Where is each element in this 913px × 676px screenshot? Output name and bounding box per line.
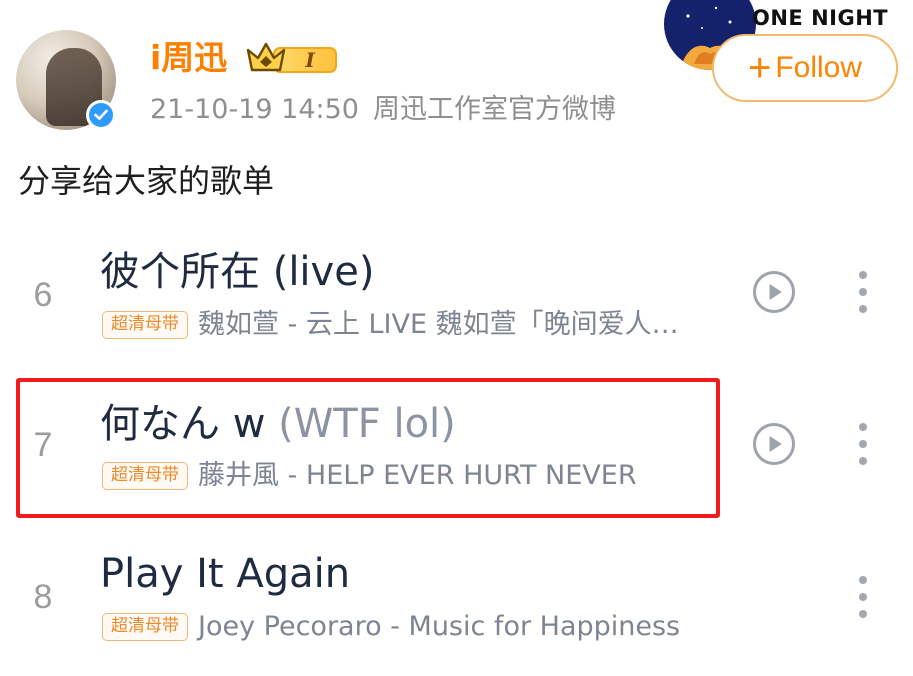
post-meta: 21-10-19 14:50 周迅工作室官方微博 bbox=[150, 92, 616, 128]
play-circle-icon[interactable] bbox=[752, 422, 796, 466]
song-subtitle: Joey Pecoraro - Music for Happiness bbox=[198, 611, 681, 642]
song-title: Play It Again bbox=[100, 548, 350, 600]
vip-level: I bbox=[304, 48, 315, 72]
quality-tag: 超清母带 bbox=[102, 613, 188, 641]
song-index: 8 bbox=[33, 578, 53, 616]
song-title: 何なん w (WTF lol) bbox=[100, 398, 456, 450]
more-vertical-icon[interactable] bbox=[852, 574, 874, 620]
song-title-text: 何なん w bbox=[100, 401, 266, 447]
follow-label: Follow bbox=[775, 51, 863, 84]
more-vertical-icon[interactable] bbox=[852, 421, 874, 467]
song-row[interactable]: 7 何なん w (WTF lol) 超清母带 藤井風 - HELP EVER H… bbox=[0, 392, 913, 522]
song-title-text: Play It Again bbox=[100, 551, 351, 597]
quality-tag: 超清母带 bbox=[102, 311, 188, 339]
quality-tag: 超清母带 bbox=[102, 462, 188, 490]
crown-icon[interactable]: I bbox=[246, 40, 342, 76]
post-source[interactable]: 周迅工作室官方微博 bbox=[373, 94, 616, 125]
follow-button[interactable]: + Follow bbox=[712, 34, 898, 102]
song-row[interactable]: 6 彼个所在 (live) 超清母带 魏如萱 - 云上 LIVE 魏如萱「晚间爱… bbox=[0, 240, 913, 370]
song-index: 6 bbox=[33, 276, 53, 314]
song-subtitle: 藤井風 - HELP EVER HURT NEVER bbox=[198, 460, 637, 491]
play-circle-icon[interactable] bbox=[752, 270, 796, 314]
post-text: 分享给大家的歌单 bbox=[18, 162, 275, 200]
more-vertical-icon[interactable] bbox=[852, 269, 874, 315]
song-subtitle: 魏如萱 - 云上 LIVE 魏如萱「晚间爱人… bbox=[198, 309, 679, 340]
post-timestamp: 21-10-19 14:50 bbox=[150, 94, 359, 125]
song-title-alias: (WTF lol) bbox=[265, 401, 456, 447]
song-title-text: 彼个所在 (live) bbox=[100, 249, 375, 295]
plus-icon: + bbox=[747, 46, 772, 90]
song-row[interactable]: 8 Play It Again 超清母带 Joey Pecoraro - Mus… bbox=[0, 546, 913, 676]
verified-check-icon bbox=[86, 100, 116, 130]
brand-name: ONE NIGHT bbox=[752, 6, 889, 30]
song-title: 彼个所在 (live) bbox=[100, 246, 374, 298]
song-index: 7 bbox=[33, 426, 53, 464]
username[interactable]: i周迅 bbox=[150, 36, 227, 80]
